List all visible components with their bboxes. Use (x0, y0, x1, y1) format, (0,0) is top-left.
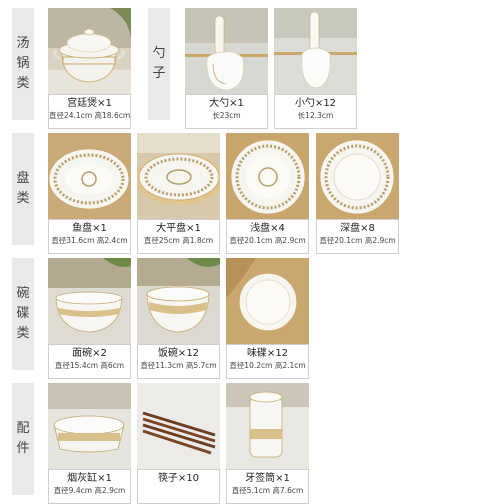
product-name: 大平盘×1 (156, 223, 201, 234)
caption: 筷子×10 (137, 469, 220, 504)
product-spec: 直径25cm 高1.8cm (143, 236, 214, 245)
category-char: 类 (16, 326, 30, 342)
category-char: 勺 (152, 45, 166, 61)
category-char: 类 (16, 76, 30, 92)
caption: 烟灰缸×1 直径9.4cm 高2.9cm (48, 469, 131, 504)
category-char: 碟 (16, 305, 30, 321)
caption: 宫廷煲×1 直径24.1cm 高18.6cm (48, 94, 131, 129)
noodle-bowl-image (48, 258, 131, 344)
category-char: 件 (16, 441, 30, 456)
caption: 牙签筒×1 直径5.1cm 高7.6cm (226, 469, 309, 504)
category-plate: 盘 类 (12, 133, 34, 245)
product-name: 牙签筒×1 (245, 473, 290, 484)
product-spec: 长23cm (212, 111, 241, 120)
product-name: 浅盘×4 (250, 223, 285, 234)
product-name: 烟灰缸×1 (67, 473, 112, 484)
product-spec: 直径24.1cm 高18.6cm (49, 111, 131, 120)
product-spec: 直径15.4cm 高6cm (54, 361, 125, 370)
product-name: 饭碗×12 (157, 348, 200, 359)
category-char: 类 (16, 191, 30, 206)
ashtray-image (48, 383, 131, 469)
shallow-plate-image (226, 133, 309, 219)
rice-bowl-image (137, 258, 220, 344)
product-spec: 直径9.4cm 高2.9cm (53, 486, 126, 495)
caption: 鱼盘×1 直径31.6cm 高2.4cm (48, 219, 131, 254)
category-char: 锅 (16, 55, 30, 71)
product-name: 宫廷煲×1 (67, 98, 112, 109)
product-name: 面碗×2 (72, 348, 107, 359)
soup-pot-image (48, 8, 131, 94)
product-name: 小勺×12 (294, 98, 337, 109)
product-spec: 直径20.1cm 高2.9cm (229, 236, 306, 245)
caption: 大平盘×1 直径25cm 高1.8cm (137, 219, 220, 254)
category-char: 子 (152, 66, 166, 81)
large-flat-plate-image (137, 133, 220, 219)
product-name: 大勺×1 (209, 98, 244, 109)
category-soup-pot: 汤 锅 类 (12, 8, 34, 120)
product-spec: 直径5.1cm 高7.6cm (231, 486, 304, 495)
category-char: 碗 (16, 285, 30, 301)
caption: 浅盘×4 直径20.1cm 高2.9cm (226, 219, 309, 254)
fish-plate-image (48, 133, 131, 219)
product-spec: 长12.3cm (297, 111, 334, 120)
sauce-dish-image (226, 258, 309, 344)
deep-plate-image (316, 133, 399, 219)
product-spec: 直径11.3cm 高5.7cm (140, 361, 217, 370)
category-bowl-dish: 碗 碟 类 (12, 258, 34, 370)
product-name: 深盘×8 (340, 223, 375, 234)
caption: 面碗×2 直径15.4cm 高6cm (48, 344, 131, 379)
category-char: 盘 (16, 170, 30, 186)
caption: 大勺×1 长23cm (185, 94, 268, 129)
category-char: 汤 (16, 35, 30, 51)
product-spec: 直径31.6cm 高2.4cm (51, 236, 128, 245)
category-accessories: 配 件 (12, 383, 34, 495)
large-spoon-image (185, 8, 268, 94)
toothpick-holder-image (226, 383, 309, 469)
product-spec: 直径20.1cm 高2.9cm (319, 236, 396, 245)
caption: 小勺×12 长12.3cm (274, 94, 357, 129)
product-spec: 直径10.2cm 高2.1cm (229, 361, 306, 370)
category-spoon: 勺 子 (148, 8, 170, 120)
caption: 饭碗×12 直径11.3cm 高5.7cm (137, 344, 220, 379)
product-name: 筷子×10 (157, 473, 200, 484)
caption: 味碟×12 直径10.2cm 高2.1cm (226, 344, 309, 379)
chopsticks-image (137, 383, 220, 469)
product-name: 味碟×12 (246, 348, 289, 359)
small-spoon-image (274, 8, 357, 94)
product-name: 鱼盘×1 (72, 223, 107, 234)
caption: 深盘×8 直径20.1cm 高2.9cm (316, 219, 399, 254)
category-char: 配 (16, 420, 30, 436)
